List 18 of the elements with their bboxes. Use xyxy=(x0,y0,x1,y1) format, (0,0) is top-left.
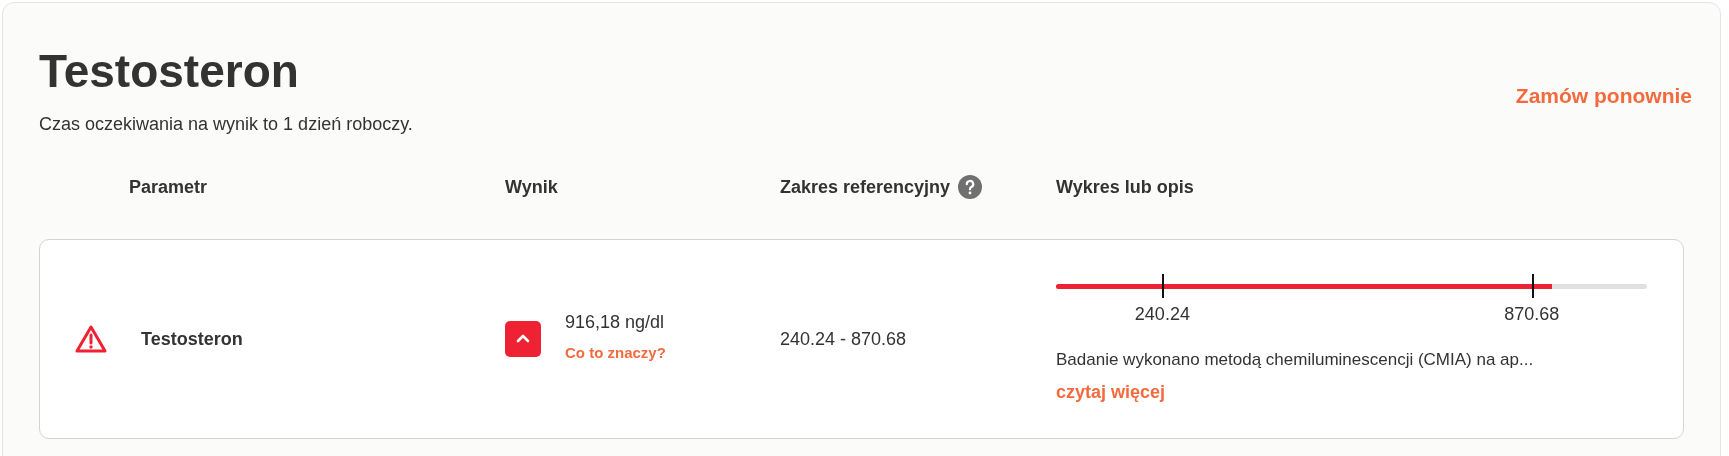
column-header: Wykres lub opis xyxy=(1056,175,1194,199)
result-value: 916,18 ng/dl xyxy=(565,311,666,335)
help-icon[interactable] xyxy=(958,175,983,199)
gauge-tick xyxy=(1162,274,1165,298)
reference-range: 240.24 - 870.68 xyxy=(780,328,907,349)
column-header: Parametr xyxy=(129,175,208,199)
page-title: Testosteron xyxy=(39,44,300,99)
subtitle: Czas oczekiwania na wynik to 1 dzień roboczy. xyxy=(39,113,413,136)
method-description: Badanie wykonano metodą chemiluminescencji (CMIA) na ap... xyxy=(1056,349,1535,371)
parameter-name: Testosteron xyxy=(141,327,243,351)
gauge-label: 870.68 xyxy=(1504,303,1560,326)
column-header: Zakres referencyjny xyxy=(780,175,951,199)
gauge-label: 240.24 xyxy=(1134,303,1190,326)
explain-link[interactable]: Co to znaczy? xyxy=(565,342,666,365)
column-header: Wynik xyxy=(505,175,558,199)
gauge-tick xyxy=(1531,274,1534,298)
read-more-link[interactable]: czytaj więcej xyxy=(1056,378,1647,406)
reorder-link[interactable]: Zamów ponownie xyxy=(1515,80,1692,112)
